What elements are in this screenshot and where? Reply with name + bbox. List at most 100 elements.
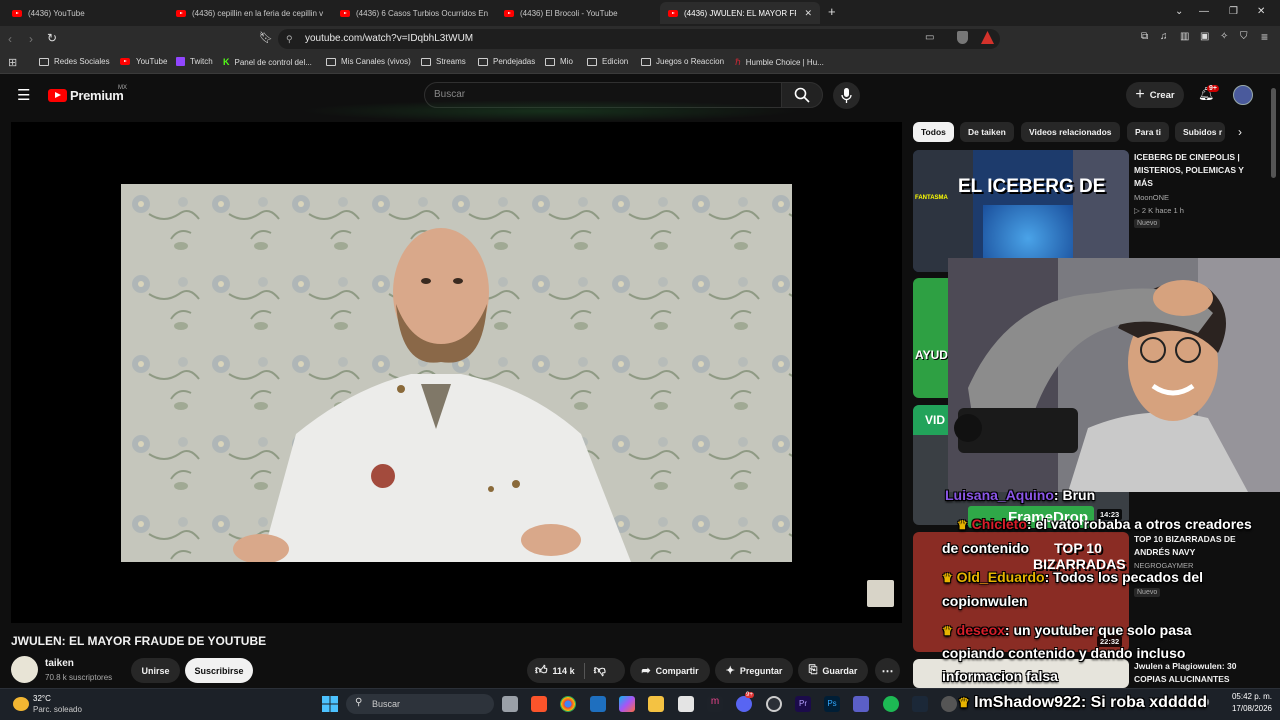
extensions-icon[interactable]: ⧉ [1141,31,1148,42]
site-settings-icon[interactable]: ⚲ [286,34,293,45]
weather-temp[interactable]: 32°C [33,694,51,703]
channel-avatar[interactable] [11,656,38,683]
hamburger-menu-icon[interactable]: ☰ [17,86,30,104]
channel-name[interactable]: taiken [45,658,74,669]
close-tab-icon[interactable]: ✕ [804,8,812,19]
bookmarks-bar: ⊞ Redes Sociales YouTube Twitch K Panel d… [0,52,1280,74]
url-text[interactable]: youtube.com/watch?v=IDqbhL3tWUM [305,33,473,44]
ask-button[interactable]: ✦ Preguntar [715,658,793,683]
menu-icon[interactable]: ≡ [1261,30,1268,44]
bookmark-folder[interactable]: Juegos o Reaccion [641,57,724,66]
bookmark-folder[interactable]: Mio [545,57,573,66]
sidebar-thumbnail[interactable]: EL ICEBERG DE FANTASMA [913,150,1129,272]
clock-date[interactable]: 17/08/2026 [1222,704,1272,713]
subscriber-count: 70.8 k suscriptores [45,673,113,682]
youtube-premium-logo[interactable]: Premium [48,88,124,103]
bookmark-folder[interactable]: Redes Sociales [39,57,110,66]
dislike-icon[interactable]: 👎︎ [594,663,606,678]
leo-icon[interactable]: ✧ [1220,31,1228,42]
vpn-icon[interactable]: ⛉ [1240,31,1248,42]
bookmark-icon[interactable]: 🔖︎ [259,31,273,44]
avatar[interactable] [1233,85,1253,105]
bookmark-folder[interactable]: Streams [421,57,466,66]
browser-tab[interactable]: (4436) cepillin en la feria de cepillin … [168,2,328,24]
chrome-icon[interactable] [560,696,576,712]
humble-icon: ℏ [735,57,741,67]
wallet-icon[interactable]: ▣ [1200,31,1209,42]
share-button[interactable]: ➦ Compartir [630,658,710,683]
subscribe-button[interactable]: Suscribirse [185,658,253,683]
channel-watermark[interactable] [867,580,894,607]
task-view-icon[interactable] [502,696,518,712]
vegas-icon[interactable] [590,696,606,712]
chat-message: ♛ ImShadow922: Si roba xddddd [958,694,1208,711]
browser-tab[interactable]: (4436) 6 Casos Turbios Ocurridos En [332,2,492,24]
bookmark-folder[interactable]: Mis Canales (vivos) [326,57,411,66]
chip-all[interactable]: Todos [913,122,954,142]
maximize-button[interactable]: ❐ [1229,6,1238,17]
obs-icon[interactable] [766,696,782,712]
brave-browser-icon[interactable] [531,696,547,712]
bookmark-folder[interactable]: Pendejadas [478,57,535,66]
reload-icon[interactable]: ↻ [47,31,57,45]
minimize-button[interactable]: — [1199,6,1209,17]
crown-badge-icon: ♛ [958,695,970,710]
tray-app-icon[interactable] [941,696,957,712]
join-button[interactable]: Unirse [131,658,180,683]
like-icon[interactable]: 👍︎ [535,663,548,678]
taskbar-search[interactable] [346,694,494,714]
sidebar-icon[interactable]: ▥ [1180,31,1189,42]
windows-start-icon[interactable] [322,696,338,712]
bookmark-folder[interactable]: Edicion [587,57,628,66]
app-icon[interactable]: m [707,696,723,712]
thumbnail-text: TOP 10 BIZARRADAS [1033,540,1126,572]
chip-related[interactable]: Videos relacionados [1021,122,1120,142]
sidebar-channel[interactable]: MoonONE [1134,193,1169,202]
bookmark-link[interactable]: ℏ Humble Choice | Hu... [735,57,824,68]
more-actions-button[interactable]: ⋯ [875,658,900,683]
file-explorer-icon[interactable] [648,696,664,712]
page-scrollbar[interactable] [1271,88,1276,178]
discord-icon[interactable] [736,696,752,712]
copilot-icon[interactable] [619,696,635,712]
music-icon[interactable]: ♫ [1160,31,1168,42]
bookmark-link[interactable]: YouTube [120,57,167,66]
chevron-right-icon[interactable]: › [1238,125,1242,139]
bookmark-link[interactable]: Twitch [176,57,213,66]
bookmark-link[interactable]: K Panel de control del... [223,57,312,67]
photoshop-icon[interactable]: Ps [824,696,840,712]
folder-icon [545,57,555,66]
sidebar-video-title[interactable]: Jwulen a Plagiowulen: 30 COPIAS ALUCINAN… [1134,660,1259,686]
browser-tab[interactable]: (4436) YouTube [4,2,164,24]
shield-icon[interactable] [957,31,968,44]
chat-message: informacion falsa [942,668,1058,684]
chip-uploaded[interactable]: Subidos r [1175,122,1225,142]
create-button[interactable]: + Crear [1126,82,1184,108]
tab-list-chevron-icon[interactable]: ⌄ [1175,6,1183,17]
premiere-icon[interactable]: Pr [795,696,811,712]
clock-time[interactable]: 05:42 p. m. [1222,692,1272,701]
weather-sun-icon[interactable] [13,697,29,711]
video-frame[interactable] [121,184,792,562]
apps-grid-icon[interactable]: ⊞ [8,56,17,69]
store-icon[interactable] [678,696,694,712]
new-tab-button[interactable]: + [828,4,836,19]
like-count[interactable]: 114 k [553,666,575,676]
cast-icon[interactable]: ▭ [925,32,934,43]
save-button[interactable]: ⎘ Guardar [798,658,868,683]
browser-toolbar: ‹ › ↻ 🔖︎ ▭ ⧉ ♫ ▥ ▣ ✧ ⛉ ≡ [0,26,1280,52]
chip-from-channel[interactable]: De taiken [960,122,1014,142]
forward-icon[interactable]: › [29,32,33,46]
spotify-icon[interactable] [883,696,899,712]
folder-icon [641,57,651,66]
chip-for-you[interactable]: Para ti [1127,122,1169,142]
sidebar-video-title[interactable]: TOP 10 BIZARRADAS DE ANDRÉS NAVY [1134,533,1254,559]
browser-tab[interactable]: (4436) El Brocoli - YouTube [496,2,656,24]
close-window-button[interactable]: ✕ [1257,6,1265,17]
sidebar-video-title[interactable]: ICEBERG DE CINEPOLIS | MISTERIOS, POLEMI… [1134,151,1254,190]
browser-tab-active[interactable]: (4436) JWULEN: EL MAYOR FRAU✕ [660,2,820,24]
steam-icon[interactable] [912,696,928,712]
youtube-icon [120,58,130,65]
back-icon[interactable]: ‹ [8,32,12,46]
teams-icon[interactable] [853,696,869,712]
